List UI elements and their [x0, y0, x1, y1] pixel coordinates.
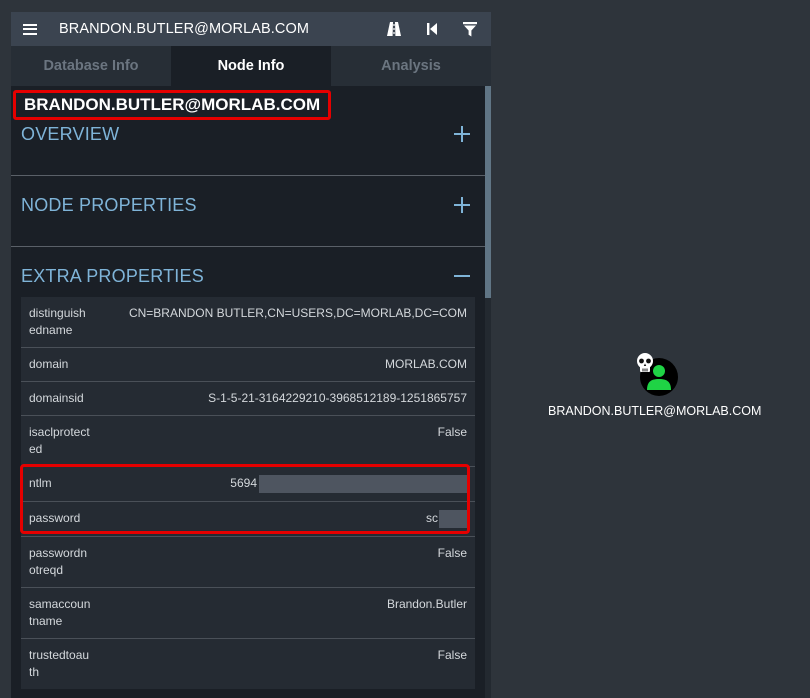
- filter-icon[interactable]: [461, 20, 479, 38]
- property-row: passwordnotreqd False: [21, 537, 475, 588]
- graph-node-label: BRANDON.BUTLER@MORLAB.COM: [548, 404, 762, 418]
- ntlm-value: 5694: [230, 476, 257, 491]
- property-key: distinguishedname: [29, 306, 86, 337]
- property-value: 5694: [91, 467, 475, 501]
- tab-database-info[interactable]: Database Info: [11, 46, 171, 86]
- tab-bar: Database Info Node Info Analysis: [11, 46, 491, 86]
- property-value: sc: [91, 502, 475, 536]
- node-info-panel: BRANDON.BUTLER@MORLAB.COM Database Info …: [11, 12, 491, 698]
- property-row: domainsid S-1-5-21-3164229210-3968512189…: [21, 382, 475, 416]
- section-overview-title: OVERVIEW: [21, 124, 120, 144]
- property-row-password: password sc: [21, 502, 475, 537]
- redacted-block: [439, 510, 467, 528]
- section-extra-properties[interactable]: EXTRA PROPERTIES: [11, 247, 485, 297]
- property-value: False: [437, 425, 467, 439]
- property-row: samaccountname Brandon.Butler: [21, 588, 475, 639]
- scrollbar[interactable]: [485, 86, 491, 698]
- property-row: domain MORLAB.COM: [21, 348, 475, 382]
- expand-icon[interactable]: [454, 126, 470, 142]
- expand-icon[interactable]: [454, 197, 470, 213]
- property-row: trustedtoauth False: [21, 639, 475, 689]
- property-row-ntlm: ntlm 5694: [21, 467, 475, 502]
- redacted-block: [259, 475, 467, 493]
- password-value: sc: [426, 511, 438, 526]
- property-value: MORLAB.COM: [384, 357, 467, 371]
- property-value: S-1-5-21-3164229210-3968512189-125186575…: [208, 391, 467, 405]
- property-key: isaclprotected: [29, 425, 90, 456]
- property-key: password: [29, 511, 81, 525]
- scrollbar-thumb[interactable]: [485, 86, 491, 298]
- skull-icon: [634, 352, 656, 379]
- node-name-title: BRANDON.BUTLER@MORLAB.COM: [13, 90, 332, 120]
- hamburger-icon[interactable]: [23, 23, 37, 35]
- search-bar: BRANDON.BUTLER@MORLAB.COM: [11, 12, 491, 46]
- extra-properties-table: distinguishedname CN=BRANDON BUTLER,CN=U…: [21, 297, 475, 689]
- back-icon[interactable]: [423, 20, 441, 38]
- property-value: Brandon.Butler: [386, 597, 467, 611]
- property-value: CN=BRANDON BUTLER,CN=USERS,DC=MORLAB,DC=…: [128, 306, 467, 320]
- node-info-content: BRANDON.BUTLER@MORLAB.COM OVERVIEW NODE …: [11, 86, 491, 689]
- search-input[interactable]: BRANDON.BUTLER@MORLAB.COM: [59, 21, 309, 37]
- property-key: passwordnotreqd: [29, 546, 88, 577]
- property-key: domainsid: [29, 391, 84, 405]
- tab-analysis[interactable]: Analysis: [331, 46, 491, 86]
- property-value: False: [437, 648, 467, 662]
- section-node-properties-title: NODE PROPERTIES: [21, 195, 197, 215]
- section-node-properties[interactable]: NODE PROPERTIES: [11, 176, 485, 247]
- property-key: samaccountname: [29, 597, 91, 628]
- property-key: trustedtoauth: [29, 648, 90, 679]
- pathfinding-icon[interactable]: [385, 20, 403, 38]
- section-extra-properties-title: EXTRA PROPERTIES: [21, 266, 204, 286]
- property-row: isaclprotected False: [21, 416, 475, 467]
- property-row: distinguishedname CN=BRANDON BUTLER,CN=U…: [21, 297, 475, 348]
- tab-node-info[interactable]: Node Info: [171, 46, 331, 86]
- property-key: ntlm: [29, 476, 52, 490]
- collapse-icon[interactable]: [454, 275, 470, 277]
- property-key: domain: [29, 357, 69, 371]
- property-value: False: [437, 546, 467, 560]
